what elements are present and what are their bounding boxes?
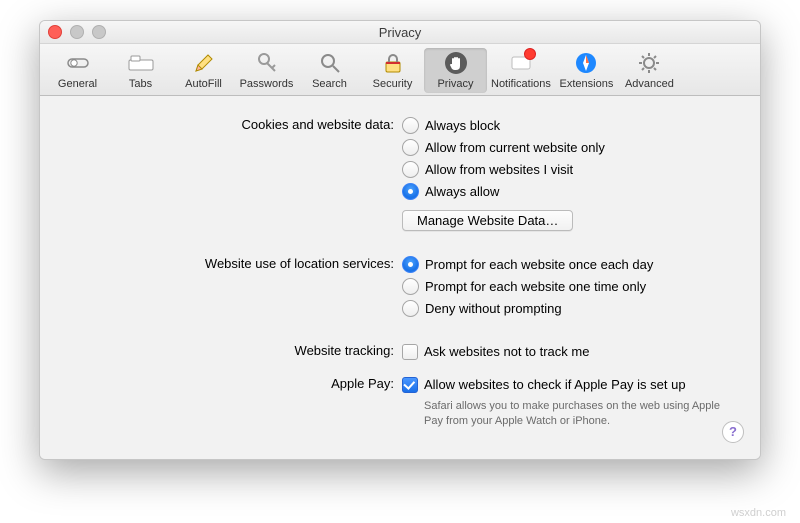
tracking-row: Website tracking: Ask websites not to tr… [64,342,736,361]
toolbar-tabs[interactable]: Tabs [109,48,172,93]
radio-icon [402,183,419,200]
radio-prompt-once[interactable]: Prompt for each website one time only [402,277,736,296]
applepay-row: Apple Pay: Allow websites to check if Ap… [64,375,736,429]
toolbar-advanced[interactable]: Advanced [618,48,681,93]
checkbox-do-not-track[interactable]: Ask websites not to track me [402,342,736,361]
radio-label: Prompt for each website one time only [425,279,646,294]
toolbar-label: Advanced [625,78,674,90]
toolbar-label: Privacy [437,78,473,90]
preferences-window: Privacy General Tabs AutoFill Passwords [39,20,761,460]
radio-prompt-daily[interactable]: Prompt for each website once each day [402,255,736,274]
tracking-label: Website tracking: [64,342,402,358]
radio-icon [402,278,419,295]
cookies-label: Cookies and website data: [64,116,402,132]
radio-icon [402,117,419,134]
radio-label: Allow from websites I visit [425,162,573,177]
content-pane: Cookies and website data: Always block A… [40,96,760,459]
radio-always-block[interactable]: Always block [402,116,736,135]
radio-icon [402,139,419,156]
checkbox-label: Ask websites not to track me [424,344,589,359]
compass-icon [573,50,599,76]
close-icon[interactable] [48,25,62,39]
pencil-icon [191,50,217,76]
toolbar-label: Extensions [560,78,614,90]
radio-allow-current[interactable]: Allow from current website only [402,138,736,157]
toolbar-passwords[interactable]: Passwords [235,48,298,93]
toolbar-label: Security [373,78,413,90]
toolbar-label: General [58,78,97,90]
toolbar-extensions[interactable]: Extensions [555,48,618,93]
minimize-icon[interactable] [70,25,84,39]
search-icon [317,50,343,76]
tabs-icon [128,50,154,76]
badge-icon [524,48,536,60]
checkbox-applepay[interactable]: Allow websites to check if Apple Pay is … [402,375,736,394]
radio-deny[interactable]: Deny without prompting [402,299,736,318]
toolbar-label: AutoFill [185,78,222,90]
location-label: Website use of location services: [64,255,402,271]
switch-icon [65,50,91,76]
radio-icon [402,161,419,178]
cookies-row: Cookies and website data: Always block A… [64,116,736,231]
toolbar-privacy[interactable]: Privacy [424,48,487,93]
notification-icon [508,50,534,76]
zoom-icon[interactable] [92,25,106,39]
toolbar-label: Notifications [491,78,551,90]
radio-label: Always allow [425,184,499,199]
radio-label: Prompt for each website once each day [425,257,653,272]
window-title: Privacy [48,25,752,40]
toolbar: General Tabs AutoFill Passwords Search [40,44,760,96]
toolbar-general[interactable]: General [46,48,109,93]
radio-icon [402,300,419,317]
toolbar-label: Passwords [240,78,294,90]
applepay-label: Apple Pay: [64,375,402,391]
manage-website-data-button[interactable]: Manage Website Data… [402,210,573,231]
toolbar-search[interactable]: Search [298,48,361,93]
applepay-note: Safari allows you to make purchases on t… [402,399,736,429]
toolbar-label: Search [312,78,347,90]
radio-label: Deny without prompting [425,301,562,316]
radio-always-allow[interactable]: Always allow [402,182,736,201]
watermark: wsxdn.com [731,507,786,519]
lock-icon [380,50,406,76]
key-icon [254,50,280,76]
checkbox-label: Allow websites to check if Apple Pay is … [424,377,686,392]
window-controls [48,25,106,39]
help-button[interactable]: ? [722,421,744,443]
toolbar-autofill[interactable]: AutoFill [172,48,235,93]
radio-label: Allow from current website only [425,140,605,155]
checkbox-icon [402,377,418,393]
checkbox-icon [402,344,418,360]
toolbar-notifications[interactable]: Notifications [487,48,555,93]
hand-icon [443,50,469,76]
radio-icon [402,256,419,273]
radio-allow-visited[interactable]: Allow from websites I visit [402,160,736,179]
radio-label: Always block [425,118,500,133]
gear-icon [636,50,662,76]
toolbar-label: Tabs [129,78,152,90]
location-row: Website use of location services: Prompt… [64,255,736,318]
toolbar-security[interactable]: Security [361,48,424,93]
titlebar: Privacy [40,21,760,44]
